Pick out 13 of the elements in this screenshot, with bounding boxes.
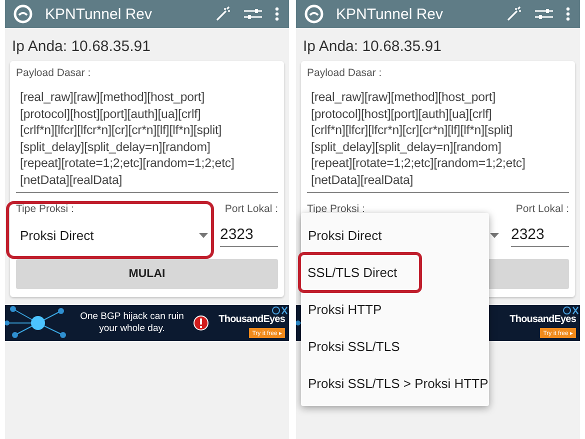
ad-headline: One BGP hijack can ruin your whole day. [79, 311, 185, 335]
local-port-label: Port Lokal : [516, 203, 569, 215]
ad-brand: ThousandEyes [218, 314, 285, 325]
payload-label: Payload Dasar : [16, 67, 92, 79]
ip-address: Ip Anda: 10.68.35.91 [11, 37, 152, 57]
ad-brand: ThousandEyes [510, 314, 576, 325]
ip-address: Ip Anda: 10.68.35.91 [302, 37, 442, 57]
payload-label: Payload Dasar : [307, 67, 383, 79]
app-title: KPNTunnel Rev [336, 6, 444, 22]
proxy-type-label: Tipe Proksi : [16, 203, 75, 215]
app-title: KPNTunnel Rev [45, 6, 153, 22]
local-port-label: Port Lokal : [224, 203, 278, 215]
proxy-type-label: Tipe Proksi : [307, 203, 366, 215]
